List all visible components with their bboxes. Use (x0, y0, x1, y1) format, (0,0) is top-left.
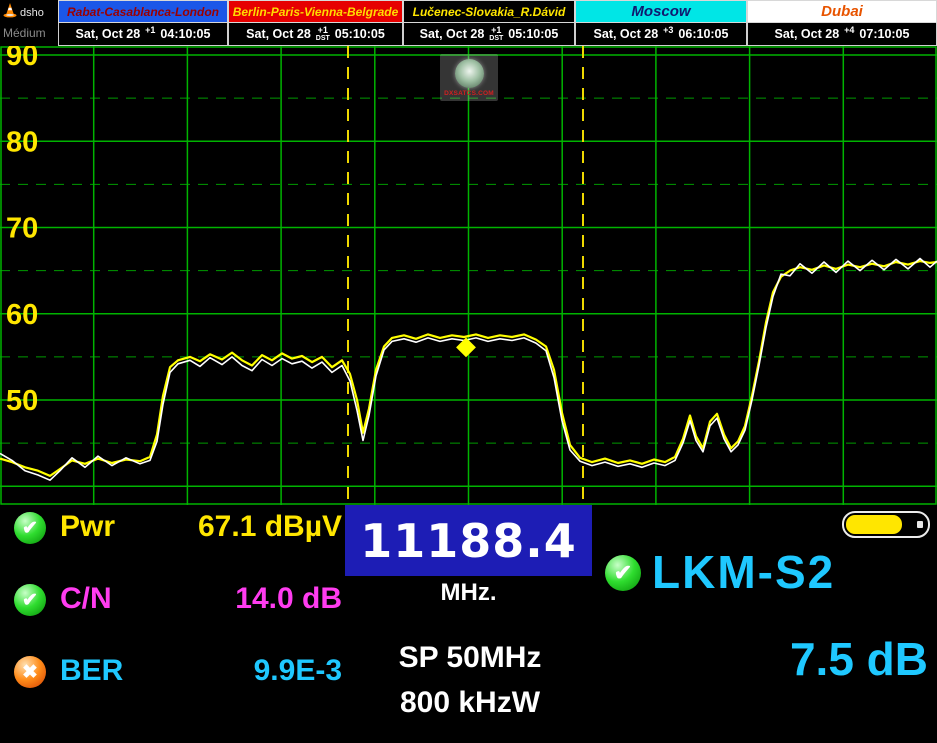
city-name-label: Dubai (747, 0, 937, 23)
city-time-row: Sat, Oct 28 +1 04:10:05 (58, 23, 228, 46)
city-time-row: Sat, Oct 28 +3 06:10:05 (575, 23, 747, 46)
city-time-row: Sat, Oct 28 +1DST 05:10:05 (228, 23, 403, 46)
pwr-label: Pwr (60, 510, 115, 544)
timezone-offset: +1DST (489, 26, 503, 43)
measurement-panel: ✔ Pwr 67.1 dBµV 11188.4 MHz. ✔ LKM-S2 ✔ … (0, 505, 937, 743)
time-label: 05:10:05 (508, 27, 558, 41)
city-time-row: Sat, Oct 28 +4 07:10:05 (747, 23, 937, 46)
lock-status-check-icon: ✔ (605, 555, 641, 591)
ber-value: 9.9E-3 (118, 654, 342, 688)
svg-text:50: 50 (6, 385, 38, 417)
battery-tip (917, 521, 923, 528)
ber-status-fail-icon: ✖ (14, 656, 46, 688)
ber-label: BER (60, 654, 123, 688)
svg-text:70: 70 (6, 213, 38, 245)
svg-text:90: 90 (6, 46, 38, 72)
timezone-offset: +1DST (316, 26, 330, 43)
span-bandwidth-block: SP 50MHz 800 kHzW (325, 635, 615, 725)
timezone-offset: +3 (663, 26, 673, 43)
cn-label: C/N (60, 582, 112, 616)
spectrum-display: 90 80 70 60 50 DXSATCS.COM (0, 46, 937, 505)
clock-cell-dubai: Dubai Sat, Oct 28 +4 07:10:05 (747, 0, 937, 46)
spectrum-chart: 90 80 70 60 50 (0, 46, 937, 505)
frequency-value: 11188.4 (360, 514, 577, 568)
cn-value: 14.0 dB (118, 582, 342, 616)
timezone-offset: +4 (844, 26, 854, 43)
app-label: dsho (20, 7, 44, 19)
pwr-value: 67.1 dBµV (118, 510, 342, 544)
city-time-row: Sat, Oct 28 +1DST 05:10:05 (403, 23, 575, 46)
timezone-offset: +1 (145, 26, 155, 43)
link-margin-value: 7.5 dB (690, 632, 928, 686)
date-label: Sat, Oct 28 (594, 27, 659, 41)
date-label: Sat, Oct 28 (76, 27, 141, 41)
time-label: 04:10:05 (160, 27, 210, 41)
vlc-logo-cell: dsho Médium (0, 0, 58, 46)
date-label: Sat, Oct 28 (246, 27, 311, 41)
dxsatcs-watermark-text: DXSATCS.COM (444, 90, 494, 97)
svg-text:80: 80 (6, 126, 38, 158)
vlc-cone-icon (3, 2, 17, 23)
clock-cell-lucenec: Lučenec-Slovakia_R.Dávid Sat, Oct 28 +1D… (403, 0, 575, 46)
frequency-unit-label: MHz. (345, 579, 592, 607)
svg-text:60: 60 (6, 299, 38, 331)
cn-status-check-icon: ✔ (14, 584, 46, 616)
clock-cell-moscow: Moscow Sat, Oct 28 +3 06:10:05 (575, 0, 747, 46)
city-name-label: Rabat-Casablanca-London (58, 0, 228, 23)
time-label: 05:10:05 (335, 27, 385, 41)
pwr-status-check-icon: ✔ (14, 512, 46, 544)
city-name-label: Lučenec-Slovakia_R.Dávid (403, 0, 575, 23)
medium-label: Médium (3, 26, 55, 40)
time-label: 07:10:05 (859, 27, 909, 41)
city-name-label: Berlin-Paris-Vienna-Belgrade (228, 0, 403, 23)
battery-icon (842, 511, 930, 538)
satmeter-screen: dsho Médium Rabat-Casablanca-London Sat,… (0, 0, 937, 743)
frequency-display: 11188.4 (345, 505, 592, 576)
dxsatcs-logo-icon (455, 59, 484, 88)
time-label: 06:10:05 (678, 27, 728, 41)
battery-fill (846, 515, 902, 534)
clock-cell-rabat: Rabat-Casablanca-London Sat, Oct 28 +1 0… (58, 0, 228, 46)
date-label: Sat, Oct 28 (420, 27, 485, 41)
standard-label: LKM-S2 (652, 545, 835, 599)
world-clock-bar: dsho Médium Rabat-Casablanca-London Sat,… (0, 0, 937, 46)
date-label: Sat, Oct 28 (775, 27, 840, 41)
dxsatcs-watermark: DXSATCS.COM (440, 54, 498, 101)
span-label: SP 50MHz (325, 635, 615, 680)
clock-cell-berlin: Berlin-Paris-Vienna-Belgrade Sat, Oct 28… (228, 0, 403, 46)
bandwidth-label: 800 kHzW (325, 680, 615, 725)
city-name-label: Moscow (575, 0, 747, 23)
